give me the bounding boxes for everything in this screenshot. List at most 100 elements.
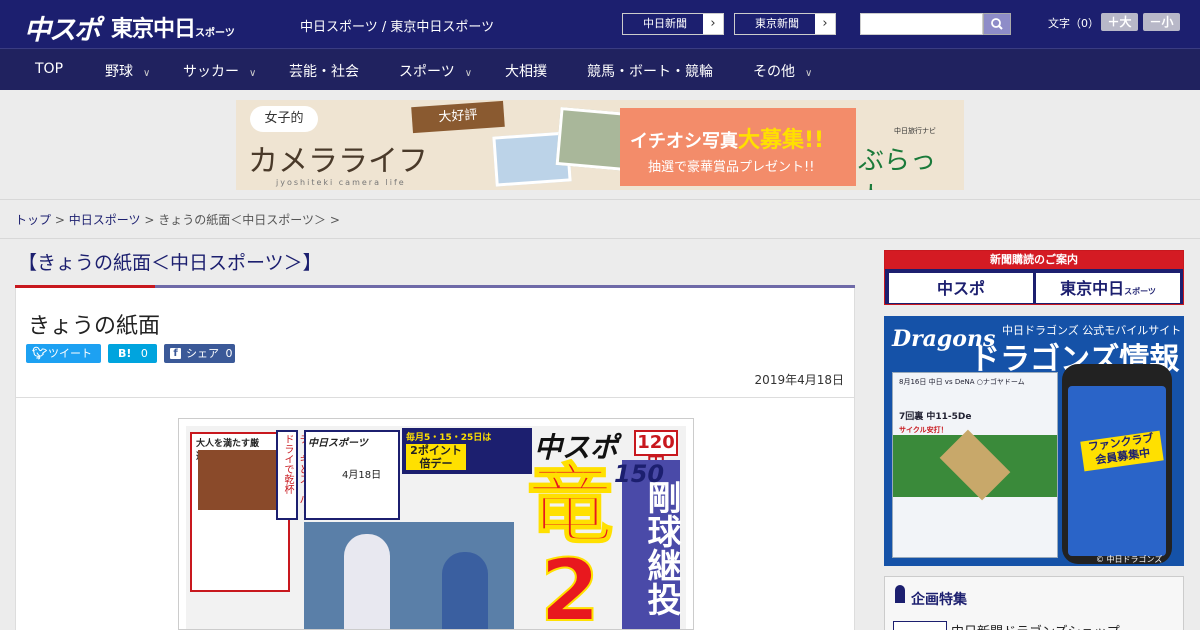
- paper-photo: [304, 522, 514, 629]
- breadcrumb-sep: >: [329, 213, 340, 227]
- page-heading: 【きょうの紙面＜中日スポーツ＞】: [18, 252, 322, 274]
- banner-sub: jyoshiteki camera life: [276, 178, 406, 187]
- buratto-navi: 中日旅行ナビ: [894, 127, 936, 135]
- buratto-logo: 中日旅行ナビ ぶらっ人: [858, 108, 958, 190]
- paper-promo-b: 2ポイント倍デー: [406, 444, 466, 470]
- score-field: [893, 435, 1057, 497]
- subscribe-tokyo-suffix: スポーツ: [1124, 287, 1156, 296]
- feature-thumb[interactable]: [893, 621, 947, 630]
- chevron-down-icon: ∨: [805, 68, 813, 79]
- banner-camera-life: カメラライフ: [248, 144, 428, 179]
- score-row: サイクル安打！: [899, 426, 948, 434]
- banner-headline-b: 大募集!!: [738, 128, 825, 153]
- nav-soccer[interactable]: サッカー ∨: [183, 61, 256, 81]
- score-row: 8月16日 中日 vs DeNA ○ナゴヤドーム: [899, 378, 1025, 386]
- banner-joshi: 女子的: [250, 106, 318, 132]
- paper-masthead-big: 中スポ: [534, 431, 619, 464]
- phone-badge: ファンクラブ 会員募集中: [1080, 430, 1164, 472]
- main-nav: TOP 野球 ∨ サッカー ∨ 芸能・社会 スポーツ ∨ 大相撲 競馬・ボート・競輪 …: [0, 48, 1200, 90]
- paper-ad-vertical: A5等級の飛騨牛ステーキとスーパードライで乾杯: [276, 430, 323, 520]
- paper-date: 4月18日: [342, 470, 382, 481]
- chunichi-shimbun-label: 中日新聞: [643, 17, 687, 30]
- paper-num150: 150: [614, 460, 665, 488]
- dragons-scoreboard: 8月16日 中日 vs DeNA ○ナゴヤドーム 7回裏 中11-5De サイク…: [892, 372, 1058, 558]
- score-row: 7回裏 中11-5De: [899, 412, 972, 422]
- subscribe-chuspo-button[interactable]: 中スポ: [889, 273, 1033, 303]
- newspaper-front-page[interactable]: 大人を満たす厳選“旨”店 A5等級の飛騨牛ステーキとスーパードライで乾杯 中日ス…: [178, 418, 694, 630]
- breadcrumb-sep: >: [54, 213, 65, 227]
- banner-prize: 抽選で豪華賞品プレゼント!!: [648, 160, 815, 175]
- banner-campaign: イチオシ写真大募集!! 抽選で豪華賞品プレゼント!!: [620, 108, 856, 186]
- twitter-icon: 🐦︎: [32, 346, 48, 360]
- search-input[interactable]: [860, 13, 983, 35]
- article: きょうの紙面 🐦︎ ツイート B! 0 f シェア 0 2019年4月18日 大…: [15, 288, 855, 630]
- nav-label: 芸能・社会: [289, 64, 359, 80]
- font-size-label: 文字（0）: [1048, 17, 1099, 30]
- nav-top[interactable]: TOP: [35, 61, 63, 77]
- tokyo-chunichi-logo[interactable]: 東京中日スポーツ: [111, 11, 235, 43]
- hatena-button[interactable]: B! 0: [108, 344, 157, 363]
- ribbon-icon: [895, 585, 905, 603]
- divider: [16, 397, 854, 398]
- nav-baseball[interactable]: 野球 ∨: [105, 61, 150, 81]
- chevron-right-icon: ›: [815, 14, 835, 34]
- chuspo-logo[interactable]: 中スポ: [24, 8, 101, 47]
- chevron-down-icon: ∨: [249, 68, 257, 79]
- feature-box: 企画特集 中日新聞ドラゴンズショップ: [884, 576, 1184, 630]
- paper-masthead-small: 中日スポーツ: [308, 438, 368, 449]
- facebook-icon: f: [170, 348, 181, 359]
- tokyo-chunichi-logo-text: 東京中日: [111, 17, 196, 42]
- nav-label: TOP: [35, 61, 64, 77]
- nav-label: サッカー: [183, 64, 239, 80]
- dragons-copyright: © 中日ドラゴンズ: [1096, 555, 1163, 564]
- search-button[interactable]: [983, 13, 1011, 35]
- tokyo-shimbun-link[interactable]: 東京新聞 ›: [734, 13, 836, 35]
- subscription-box: 新聞購読のご案内 中スポ 東京中日スポーツ: [884, 250, 1184, 305]
- paper-player: [442, 552, 488, 629]
- nav-sports[interactable]: スポーツ ∨: [399, 61, 472, 81]
- nav-sumo[interactable]: 大相撲: [505, 61, 547, 81]
- nav-label: 野球: [105, 64, 133, 80]
- phone-screen: ファンクラブ 会員募集中: [1068, 386, 1166, 556]
- dragons-mobile-banner[interactable]: Dragons 中日ドラゴンズ 公式モバイルサイト ドラゴンズ情報 8月16日 …: [884, 316, 1184, 566]
- facebook-share-button[interactable]: f シェア 0: [164, 344, 235, 363]
- breadcrumb-home[interactable]: トップ: [15, 213, 51, 227]
- site-title: 中日スポーツ / 東京中日スポーツ: [300, 20, 495, 35]
- search-icon: [991, 18, 1003, 30]
- nav-label: スポーツ: [399, 64, 455, 80]
- divider: [0, 238, 1200, 239]
- nav-other[interactable]: その他 ∨: [753, 61, 812, 81]
- banner-daikou: 大好評: [411, 100, 505, 134]
- article-date: 2019年4月18日: [754, 373, 844, 387]
- subscribe-tokyo-label: 東京中日: [1060, 279, 1125, 298]
- chevron-down-icon: ∨: [143, 68, 151, 79]
- breadcrumb-section[interactable]: 中日スポーツ: [69, 213, 141, 227]
- newspaper-image: 大人を満たす厳選“旨”店 A5等級の飛騨牛ステーキとスーパードライで乾杯 中日ス…: [186, 426, 686, 630]
- paper-headline-big: 竜2: [526, 455, 614, 630]
- nav-entertainment[interactable]: 芸能・社会: [289, 61, 359, 81]
- nav-label: 大相撲: [505, 64, 547, 80]
- breadcrumb: トップ > 中日スポーツ > きょうの紙面＜中日スポーツ＞ >: [15, 211, 340, 228]
- tokyo-chunichi-logo-suffix: スポーツ: [195, 28, 235, 39]
- subscribe-tokyo-button[interactable]: 東京中日スポーツ: [1036, 273, 1180, 303]
- subscription-head: 新聞購読のご案内: [885, 251, 1183, 269]
- chevron-right-icon: ›: [703, 14, 723, 34]
- hatena-count: 0: [140, 347, 148, 360]
- paper-ad-column: 大人を満たす厳選“旨”店: [190, 432, 290, 592]
- chevron-down-icon: ∨: [464, 68, 473, 79]
- camera-life-banner[interactable]: 女子的 カメラライフ 大好評 jyoshiteki camera life イチ…: [236, 100, 964, 190]
- breadcrumb-sep: >: [144, 213, 155, 227]
- font-larger-button[interactable]: ＋大: [1101, 13, 1138, 31]
- tweet-button[interactable]: 🐦︎ ツイート: [26, 344, 101, 363]
- paper-player: [344, 534, 390, 629]
- phone-image: ファンクラブ 会員募集中: [1062, 364, 1172, 564]
- font-smaller-button[interactable]: －小: [1143, 13, 1180, 31]
- nav-label: 競馬・ボート・競輪: [587, 64, 713, 80]
- nav-keiba[interactable]: 競馬・ボート・競輪: [587, 61, 713, 81]
- chunichi-shimbun-link[interactable]: 中日新聞 ›: [622, 13, 724, 35]
- banner-headline-a: イチオシ写真: [630, 131, 738, 152]
- buratto-logo-text: ぶらっ人: [858, 146, 937, 190]
- hatena-icon: B!: [118, 347, 132, 360]
- feature-item[interactable]: 中日新聞ドラゴンズショップ: [951, 621, 1120, 630]
- tokyo-shimbun-label: 東京新聞: [755, 17, 799, 30]
